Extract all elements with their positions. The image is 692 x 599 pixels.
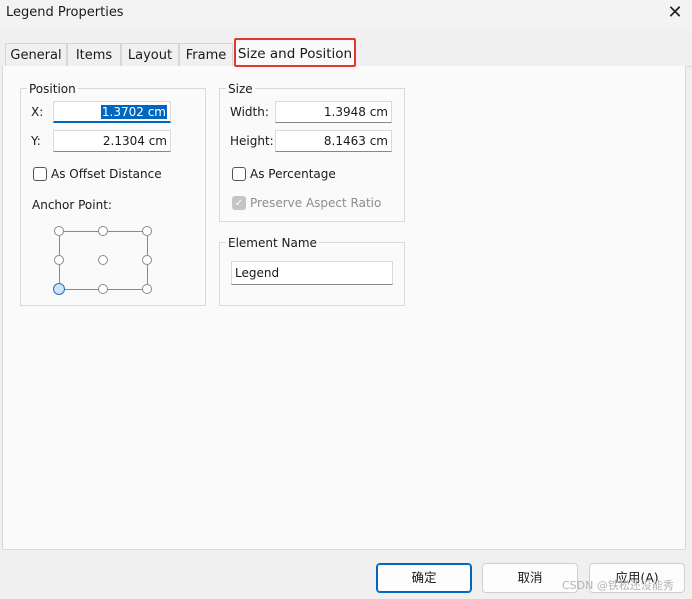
ok-button[interactable]: 确定 [376, 563, 472, 593]
offset-distance-label: As Offset Distance [51, 167, 162, 181]
as-percentage-label: As Percentage [250, 167, 336, 181]
preserve-aspect-label: Preserve Aspect Ratio [250, 196, 382, 210]
height-label: Height: [230, 134, 274, 148]
close-icon[interactable]: ✕ [664, 2, 686, 24]
offset-distance-checkbox[interactable] [33, 167, 47, 181]
tab-layout[interactable]: Layout [121, 43, 179, 67]
width-label: Width: [230, 105, 269, 119]
tab-frame[interactable]: Frame [179, 43, 233, 67]
anchor-top-center[interactable] [98, 226, 108, 236]
x-value: 1.3702 cm [100, 105, 167, 119]
size-group-label: Size [226, 82, 255, 96]
element-name-group-label: Element Name [226, 236, 319, 250]
anchor-top-left[interactable] [54, 226, 64, 236]
anchor-point-label: Anchor Point: [32, 198, 112, 212]
x-field[interactable]: 1.3702 cm [53, 101, 171, 123]
anchor-top-right[interactable] [142, 226, 152, 236]
x-label: X: [31, 105, 44, 119]
anchor-middle-left[interactable] [54, 255, 64, 265]
preserve-aspect-checkbox: ✓ [232, 196, 246, 210]
watermark: CSDN @铁松还没能秀 [562, 579, 674, 592]
position-group-label: Position [27, 82, 78, 96]
anchor-point-grid [50, 222, 158, 298]
tab-items[interactable]: Items [67, 43, 121, 67]
as-percentage-checkbox[interactable] [232, 167, 246, 181]
dialog-title: Legend Properties [6, 5, 124, 20]
height-field[interactable]: 8.1463 cm [275, 130, 392, 152]
element-name-field[interactable]: Legend [231, 261, 393, 285]
anchor-bottom-right[interactable] [142, 284, 152, 294]
anchor-middle-right[interactable] [142, 255, 152, 265]
tab-general[interactable]: General [5, 43, 67, 67]
y-field[interactable]: 2.1304 cm [53, 130, 171, 152]
tab-size-and-position[interactable]: Size and Position [234, 38, 356, 67]
anchor-bottom-center[interactable] [98, 284, 108, 294]
width-field[interactable]: 1.3948 cm [275, 101, 392, 123]
anchor-bottom-left[interactable] [53, 283, 65, 295]
anchor-center[interactable] [98, 255, 108, 265]
y-label: Y: [31, 134, 41, 148]
